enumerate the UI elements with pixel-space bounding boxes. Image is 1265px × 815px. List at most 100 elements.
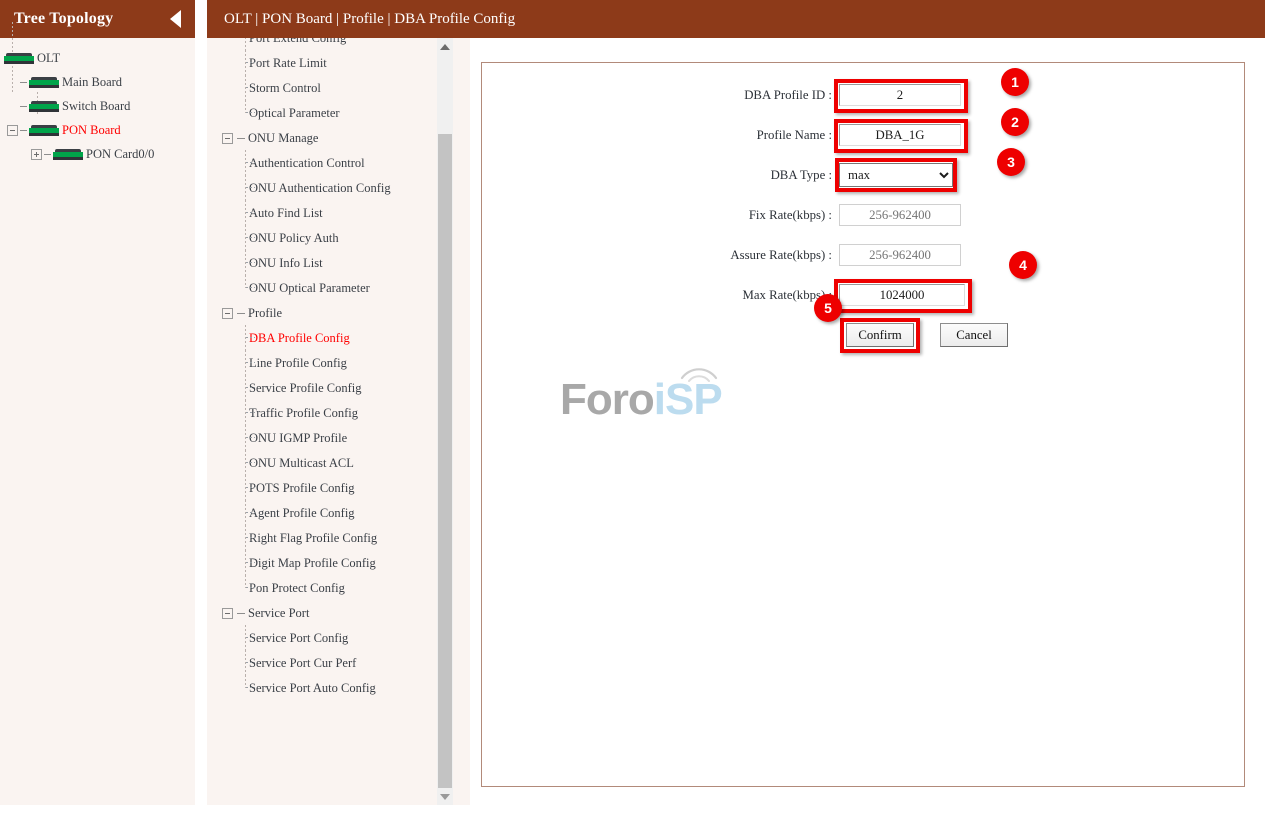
max-rate-input[interactable] <box>839 284 965 306</box>
fix-rate-input[interactable] <box>839 204 961 226</box>
form-row-dba-profile-id: DBA Profile ID : 1 <box>482 68 1244 115</box>
menu-item-3[interactable]: Optical Parameter <box>207 100 453 126</box>
form-row-dba-type: DBA Type : max 3 <box>482 148 1244 195</box>
menu-item-7[interactable]: Auto Find List <box>207 200 453 227</box>
board-icon <box>53 148 83 160</box>
menu-item-label: ONU Policy Auth <box>249 231 339 245</box>
menu-item-14[interactable]: Service Profile Config <box>207 375 453 402</box>
field-label: DBA Type : <box>770 167 832 182</box>
field-control <box>839 244 961 266</box>
tree-node-pon-board[interactable]: PON Board <box>0 118 195 142</box>
menu-item-25[interactable]: Service Port Cur Perf <box>207 650 453 677</box>
dba-type-select[interactable]: max <box>839 163 953 187</box>
field-control <box>834 119 968 153</box>
menu-item-9[interactable]: ONU Info List <box>207 250 453 277</box>
menu-group-label: ONU Manage <box>248 131 319 145</box>
triangle-left-icon[interactable] <box>170 10 181 28</box>
menu-scroll-area: Port Extend Config Port Rate Limit Storm C… <box>207 38 453 805</box>
tree-dash-icon <box>44 153 51 155</box>
menu-item-label: Traffic Profile Config <box>249 406 359 420</box>
tree-node-label: OLT <box>37 50 61 65</box>
field-control <box>839 204 961 226</box>
menu-item-6[interactable]: ONU Authentication Config <box>207 175 453 202</box>
menu-item-label: Auto Find List <box>249 206 323 220</box>
menu-item-17[interactable]: ONU Multicast ACL <box>207 450 453 477</box>
tree-node-label: Main Board <box>62 74 123 89</box>
menu-item-19[interactable]: Agent Profile Config <box>207 500 453 527</box>
menu-item-0[interactable]: Port Extend Config <box>207 38 453 52</box>
expand-toggle-icon[interactable] <box>31 148 42 160</box>
menu-group-23[interactable]: Service Port <box>207 601 453 626</box>
menu-item-24[interactable]: Service Port Config <box>207 625 453 652</box>
menu-item-16[interactable]: ONU IGMP Profile <box>207 425 453 452</box>
collapse-toggle-icon[interactable] <box>222 308 233 319</box>
menu-item-label: Service Port Config <box>249 631 349 645</box>
menu-group-4[interactable]: ONU Manage <box>207 126 453 151</box>
menu-item-label: Service Port Cur Perf <box>249 656 357 670</box>
tree-dash-icon <box>20 129 27 131</box>
arrow-down-icon[interactable] <box>437 788 453 805</box>
annotation-badge-3: 3 <box>997 148 1025 176</box>
menu-item-label: Optical Parameter <box>249 106 340 120</box>
menu-item-10[interactable]: ONU Optical Parameter <box>207 275 453 301</box>
field-label: Profile Name : <box>756 127 832 142</box>
collapse-toggle-icon[interactable] <box>7 124 18 136</box>
menu-item-26[interactable]: Service Port Auto Config <box>207 675 453 701</box>
tree-node-switch-board[interactable]: Switch Board <box>0 94 195 118</box>
field-label: Max Rate(kbps) : <box>742 287 832 302</box>
annotation-badge-2: 2 <box>1001 108 1029 136</box>
scrollbar-thumb[interactable] <box>438 134 452 794</box>
menu-item-22[interactable]: Pon Protect Config <box>207 575 453 601</box>
menu-item-label: Authentication Control <box>249 156 365 170</box>
menu-item-label: Storm Control <box>249 81 321 95</box>
tree-node-pon-card[interactable]: PON Card0/0 <box>0 142 195 166</box>
app-window: Tree Topology OLT Main Board Switch Boar… <box>0 0 1265 815</box>
menu-item-20[interactable]: Right Flag Profile Config <box>207 525 453 552</box>
menu-item-label: ONU Authentication Config <box>249 181 391 195</box>
form-row-max-rate: Max Rate(kbps) : 4 <box>482 251 1244 315</box>
menu-item-label: Service Profile Config <box>249 381 362 395</box>
tree-node-label: PON Board <box>62 122 121 137</box>
field-label: DBA Profile ID : <box>744 87 832 102</box>
menu-item-18[interactable]: POTS Profile Config <box>207 475 453 502</box>
arrow-up-icon[interactable] <box>437 38 453 55</box>
menu-item-8[interactable]: ONU Policy Auth <box>207 225 453 252</box>
tree-dash-icon <box>20 105 27 107</box>
tree-dash-icon <box>20 81 27 83</box>
assure-rate-input[interactable] <box>839 244 961 266</box>
breadcrumb: OLT | PON Board | Profile | DBA Profile … <box>224 10 516 27</box>
confirm-wrapper: Confirm 5 <box>814 294 920 353</box>
menu-item-12[interactable]: DBA Profile Config <box>207 325 453 352</box>
tree-node-main-board[interactable]: Main Board <box>0 70 195 94</box>
menu-item-13[interactable]: Line Profile Config <box>207 350 453 377</box>
menu-scrollbar[interactable] <box>437 38 453 805</box>
menu-group-11[interactable]: Profile <box>207 301 453 326</box>
tree-topology-sidebar: Tree Topology OLT Main Board Switch Boar… <box>0 0 195 805</box>
form-row-profile-name: Profile Name : 2 <box>482 108 1244 155</box>
menu-item-1[interactable]: Port Rate Limit <box>207 50 453 77</box>
profile-name-input[interactable] <box>839 124 961 146</box>
breadcrumb-header: OLT | PON Board | Profile | DBA Profile … <box>207 0 1265 38</box>
menu-item-5[interactable]: Authentication Control <box>207 150 453 177</box>
signal-arc-icon <box>680 368 718 382</box>
field-control: max <box>835 158 957 192</box>
tree-node-label: Switch Board <box>62 98 131 113</box>
board-icon <box>29 124 59 136</box>
menu-item-label: ONU Optical Parameter <box>249 281 370 295</box>
form-row-fix-rate: Fix Rate(kbps) : <box>482 195 1244 235</box>
dba-profile-id-input[interactable] <box>839 84 961 106</box>
tree-dash-icon <box>237 613 245 614</box>
collapse-toggle-icon[interactable] <box>222 608 233 619</box>
menu-item-2[interactable]: Storm Control <box>207 75 453 102</box>
tree-node-olt[interactable]: OLT <box>0 46 195 70</box>
confirm-button[interactable]: Confirm <box>846 323 914 347</box>
menu-item-15[interactable]: Traffic Profile Config <box>207 400 453 427</box>
menu-item-label: ONU IGMP Profile <box>249 431 348 445</box>
form-actions: Confirm 5 Cancel <box>482 294 1244 355</box>
cancel-button[interactable]: Cancel <box>940 323 1008 347</box>
menu-item-label: Port Rate Limit <box>249 56 327 70</box>
board-icon <box>29 76 59 88</box>
menu-item-21[interactable]: Digit Map Profile Config <box>207 550 453 577</box>
menu-item-label: ONU Multicast ACL <box>249 456 354 470</box>
collapse-toggle-icon[interactable] <box>222 133 233 144</box>
